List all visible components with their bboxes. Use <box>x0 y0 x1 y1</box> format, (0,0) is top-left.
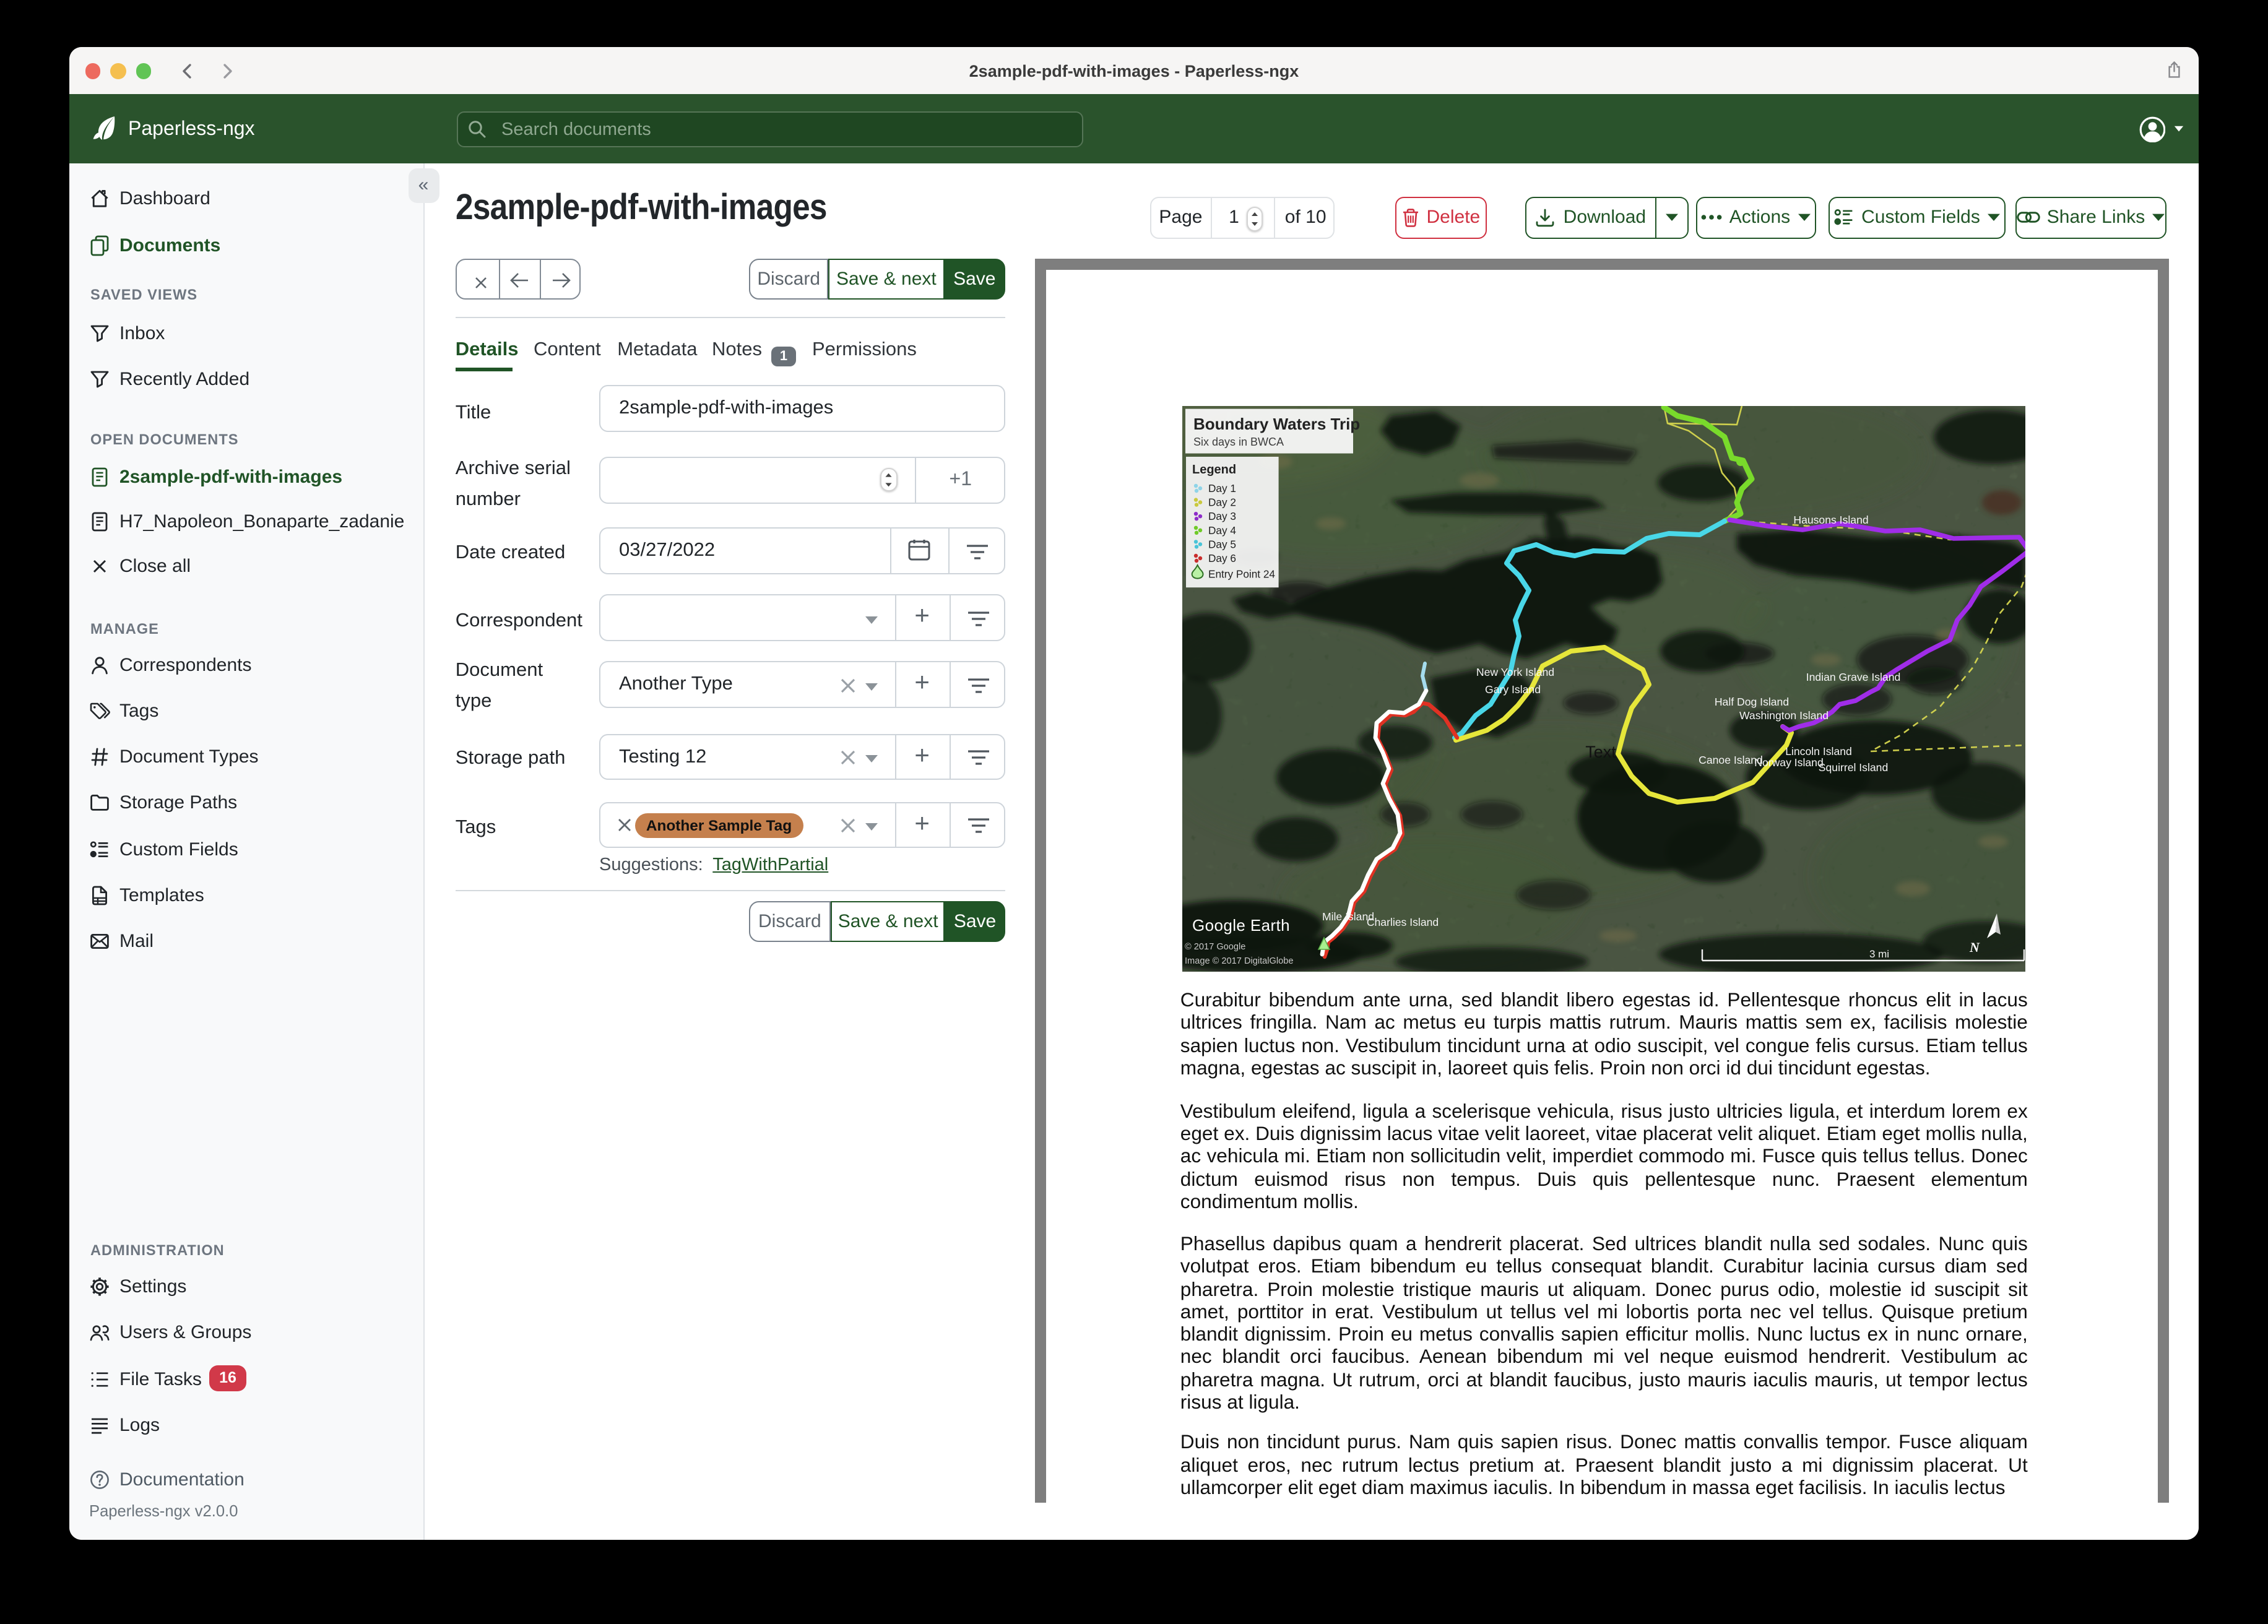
svg-text:Day 2: Day 2 <box>1208 496 1236 508</box>
svg-text:Canoe Island: Canoe Island <box>1699 754 1763 766</box>
svg-text:© 2017 Google: © 2017 Google <box>1185 942 1245 952</box>
svg-text:3 mi: 3 mi <box>1869 948 1889 960</box>
svg-text:Squirrel Island: Squirrel Island <box>1819 761 1888 774</box>
svg-text:Day 6: Day 6 <box>1208 552 1236 564</box>
svg-text:Day 5: Day 5 <box>1208 538 1236 550</box>
svg-text:Legend: Legend <box>1192 463 1236 477</box>
svg-text:Boundary Waters Trip: Boundary Waters Trip <box>1193 415 1360 433</box>
svg-text:Charlies Island: Charlies Island <box>1367 916 1439 928</box>
svg-text:Indian Grave Island: Indian Grave Island <box>1806 671 1901 683</box>
svg-text:Lincoln Island: Lincoln Island <box>1785 745 1852 758</box>
svg-text:Image © 2017 DigitalGlobe: Image © 2017 DigitalGlobe <box>1185 956 1293 966</box>
svg-text:Hausons Island: Hausons Island <box>1793 514 1868 526</box>
svg-text:Day 1: Day 1 <box>1208 482 1236 495</box>
svg-text:Google Earth: Google Earth <box>1192 916 1290 935</box>
svg-text:Norway Island: Norway Island <box>1754 756 1823 769</box>
svg-text:Day 4: Day 4 <box>1208 524 1236 537</box>
svg-text:Text: Text <box>1585 743 1616 761</box>
svg-text:Entry Point 24: Entry Point 24 <box>1208 568 1275 580</box>
svg-text:New York Island: New York Island <box>1476 666 1554 678</box>
svg-text:Day 3: Day 3 <box>1208 510 1236 522</box>
svg-text:Six days in BWCA: Six days in BWCA <box>1193 436 1284 448</box>
svg-text:N: N <box>1969 939 1980 955</box>
svg-text:Gary Island: Gary Island <box>1485 683 1541 696</box>
svg-text:Half Dog Island: Half Dog Island <box>1715 696 1789 708</box>
svg-text:Washington Island: Washington Island <box>1739 709 1829 722</box>
